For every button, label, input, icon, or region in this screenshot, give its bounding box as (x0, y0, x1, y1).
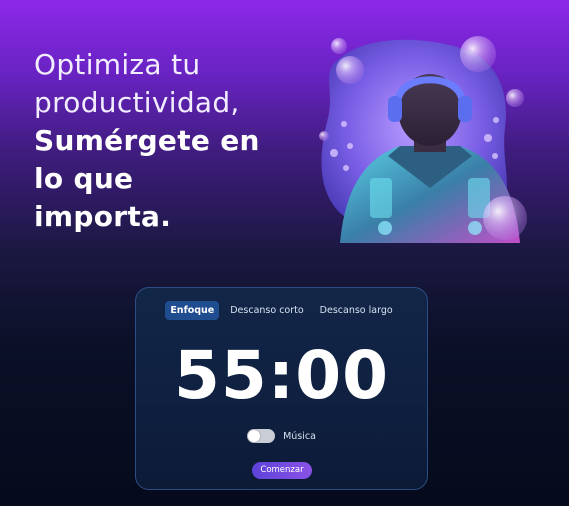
bubble-icon (319, 131, 329, 141)
bubble-icon (330, 149, 338, 157)
hero-line-1: Optimiza tu (34, 48, 201, 81)
bubble-icon (483, 196, 527, 240)
tab-descanso-largo[interactable]: Descanso largo (315, 301, 398, 320)
bubble-icon (343, 165, 349, 171)
person-with-headphones-illustration (310, 28, 540, 243)
bubble-icon (460, 36, 496, 72)
hero-line-3: Sumérgete en (34, 124, 260, 157)
bubble-icon (493, 117, 499, 123)
bubble-icon (336, 56, 364, 84)
headphone-right (458, 96, 472, 122)
hero-heading: Optimiza tu productividad, Sumérgete en … (34, 46, 334, 236)
timer-card: Enfoque Descanso corto Descanso largo 55… (135, 287, 428, 490)
bubble-icon (347, 143, 353, 149)
start-button[interactable]: Comenzar (252, 462, 312, 479)
bubble-icon (341, 121, 347, 127)
timer-display: 55:00 (173, 337, 390, 414)
music-toggle[interactable] (247, 429, 276, 443)
music-label: Música (283, 430, 316, 442)
hero-line-5: importa. (34, 200, 172, 233)
bubble-icon (506, 89, 524, 107)
timer-tabs: Enfoque Descanso corto Descanso largo (136, 301, 427, 320)
bubble-icon (492, 153, 498, 159)
bubble-icon (331, 38, 347, 54)
toggle-knob (248, 430, 261, 442)
tab-enfoque[interactable]: Enfoque (165, 301, 220, 320)
bubble-icon (484, 134, 492, 142)
headphone-left (388, 96, 402, 122)
hero-line-4: lo que (34, 162, 134, 195)
music-row: Música (136, 429, 427, 443)
tab-descanso-corto[interactable]: Descanso corto (225, 301, 308, 320)
hero-line-2: productividad, (34, 86, 240, 119)
